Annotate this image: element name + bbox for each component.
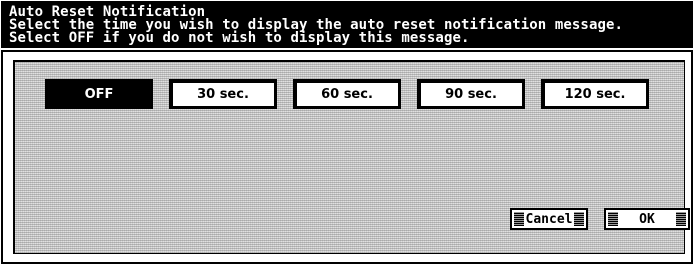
- ok-button[interactable]: OK: [604, 208, 690, 230]
- title-bar: Auto Reset Notification Select the time …: [1, 1, 693, 48]
- button-edge-decoration: [608, 212, 618, 226]
- instruction-line-2: Select OFF if you do not wish to display…: [9, 30, 470, 46]
- option-60-sec-button[interactable]: 60 sec.: [293, 79, 401, 109]
- button-edge-decoration: [574, 212, 584, 226]
- button-edge-decoration: [514, 212, 524, 226]
- option-120-sec-button[interactable]: 120 sec.: [541, 79, 649, 109]
- cancel-button[interactable]: Cancel: [510, 208, 588, 230]
- cancel-label: Cancel: [525, 211, 573, 227]
- time-option-group: OFF 30 sec. 60 sec. 90 sec. 120 sec.: [45, 79, 649, 109]
- ok-label: OK: [639, 211, 655, 227]
- option-off-button[interactable]: OFF: [45, 79, 153, 109]
- option-30-sec-button[interactable]: 30 sec.: [169, 79, 277, 109]
- auto-reset-notification-screen: Auto Reset Notification Select the time …: [0, 0, 696, 266]
- option-90-sec-button[interactable]: 90 sec.: [417, 79, 525, 109]
- button-edge-decoration: [676, 212, 686, 226]
